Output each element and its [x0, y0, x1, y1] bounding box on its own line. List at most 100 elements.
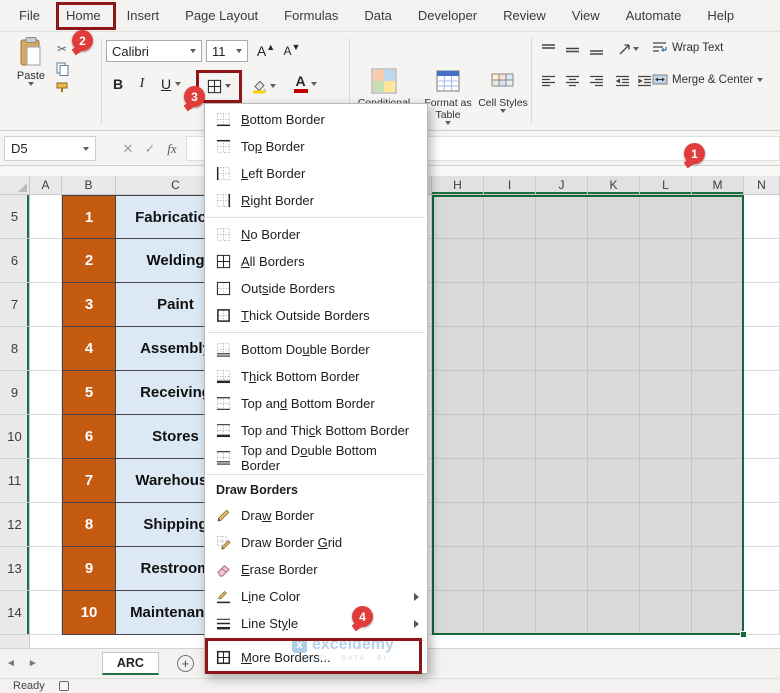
menu-item-outside-borders[interactable]: Outside Borders [205, 275, 427, 302]
cell-selected[interactable] [484, 591, 536, 635]
increase-indent-button[interactable] [634, 72, 654, 90]
tab-automate[interactable]: Automate [613, 0, 695, 32]
cell-selected[interactable] [692, 415, 744, 459]
menu-item-top-and-double-bottom-border[interactable]: Top and Double Bottom Border [205, 443, 427, 473]
cell-selected[interactable] [588, 327, 640, 371]
cell-selected[interactable] [432, 239, 484, 283]
cell[interactable] [744, 371, 780, 415]
cell[interactable] [744, 547, 780, 591]
sheet-nav-right-icon[interactable]: ► [22, 658, 44, 669]
column-header-H[interactable]: H [432, 176, 484, 195]
tab-file[interactable]: File [6, 0, 53, 32]
merge-center-dropdown-arrow[interactable] [757, 77, 764, 82]
cell[interactable] [744, 591, 780, 635]
decrease-indent-button[interactable] [612, 72, 632, 90]
column-header-M[interactable]: M [692, 176, 744, 195]
cell-selected[interactable] [484, 327, 536, 371]
cell-selected[interactable] [692, 239, 744, 283]
paste-dropdown-arrow[interactable] [28, 82, 34, 86]
align-right-button[interactable] [586, 72, 606, 90]
align-top-button[interactable] [538, 40, 558, 58]
cell[interactable] [744, 195, 780, 239]
column-header-A[interactable]: A [30, 176, 62, 195]
cell-selected[interactable] [692, 591, 744, 635]
font-color-dropdown-arrow[interactable] [310, 82, 317, 86]
cell-selected[interactable] [588, 283, 640, 327]
sheet-tab-arc[interactable]: ARC [101, 652, 159, 675]
tab-review[interactable]: Review [490, 0, 559, 32]
cell[interactable] [30, 239, 62, 283]
italic-button[interactable]: I [132, 72, 152, 96]
menu-item-right-border[interactable]: Right Border [205, 187, 427, 214]
menu-item-bottom-double-border[interactable]: Bottom Double Border [205, 336, 427, 363]
align-bottom-button[interactable] [586, 40, 606, 58]
tab-formulas[interactable]: Formulas [271, 0, 351, 32]
cell[interactable] [30, 591, 62, 635]
menu-item-thick-outside-borders[interactable]: Thick Outside Borders [205, 302, 427, 329]
menu-item-left-border[interactable]: Left Border [205, 160, 427, 187]
cell-selected[interactable] [692, 503, 744, 547]
tab-developer[interactable]: Developer [405, 0, 490, 32]
menu-item-no-border[interactable]: No Border [205, 221, 427, 248]
wrap-text-button[interactable]: Wrap Text [652, 41, 723, 54]
cell-selected[interactable] [536, 239, 588, 283]
cell[interactable] [30, 503, 62, 547]
cell-selected[interactable] [640, 459, 692, 503]
cell-selected[interactable] [692, 283, 744, 327]
cell-selected[interactable] [640, 415, 692, 459]
cell[interactable] [30, 547, 62, 591]
merge-center-button[interactable]: Merge & Center [652, 73, 764, 86]
row-header-13[interactable]: 13 [0, 547, 30, 591]
cell-selected[interactable] [640, 327, 692, 371]
row-header-14[interactable]: 14 [0, 591, 30, 635]
cell[interactable] [30, 195, 62, 239]
cell-selected[interactable] [432, 327, 484, 371]
cell-selected[interactable] [536, 283, 588, 327]
cell-serial[interactable]: 5 [62, 371, 116, 415]
cancel-button[interactable]: ✕ [118, 136, 138, 161]
cell-selected[interactable] [640, 239, 692, 283]
cell-selected[interactable] [484, 503, 536, 547]
cell-selected[interactable] [536, 591, 588, 635]
menu-item-draw-border[interactable]: Draw Border [205, 502, 427, 529]
underline-dropdown-arrow[interactable] [175, 82, 182, 86]
cell-selected[interactable] [640, 547, 692, 591]
cell-selected[interactable] [692, 371, 744, 415]
cell-serial[interactable]: 6 [62, 415, 116, 459]
cell-selected[interactable] [432, 591, 484, 635]
cell-serial[interactable]: 3 [62, 283, 116, 327]
cell-selected[interactable] [588, 459, 640, 503]
row-header-6[interactable]: 6 [0, 239, 30, 283]
menu-item-more-borders[interactable]: More Borders... [205, 644, 427, 671]
cell-serial[interactable]: 10 [62, 591, 116, 635]
cell-selected[interactable] [640, 503, 692, 547]
cell-selected[interactable] [536, 327, 588, 371]
orientation-button[interactable] [614, 40, 642, 58]
menu-item-line-style[interactable]: Line Style [205, 610, 427, 637]
tab-data[interactable]: Data [351, 0, 404, 32]
cell-selected[interactable] [640, 591, 692, 635]
cell-serial[interactable]: 1 [62, 195, 116, 239]
tab-help[interactable]: Help [694, 0, 747, 32]
cell[interactable] [30, 459, 62, 503]
column-header-L[interactable]: L [640, 176, 692, 195]
menu-item-all-borders[interactable]: All Borders [205, 248, 427, 275]
cell-serial[interactable]: 9 [62, 547, 116, 591]
cell-selected[interactable] [640, 195, 692, 239]
name-box[interactable]: D5 [4, 136, 96, 161]
cell-selected[interactable] [484, 547, 536, 591]
cell[interactable] [30, 283, 62, 327]
cell-selected[interactable] [484, 415, 536, 459]
borders-dropdown-arrow[interactable] [225, 84, 231, 88]
cell-selected[interactable] [432, 503, 484, 547]
cell-selected[interactable] [484, 195, 536, 239]
cell-styles-button[interactable]: Cell Styles [478, 68, 528, 113]
new-sheet-button[interactable]: + [176, 655, 194, 672]
cell-selected[interactable] [432, 283, 484, 327]
row-header-9[interactable]: 9 [0, 371, 30, 415]
cell[interactable] [744, 327, 780, 371]
cell-selected[interactable] [588, 415, 640, 459]
menu-item-erase-border[interactable]: Erase Border [205, 556, 427, 583]
menu-item-top-and-thick-bottom-border[interactable]: Top and Thick Bottom Border [205, 417, 427, 444]
row-header-5[interactable]: 5 [0, 195, 30, 239]
